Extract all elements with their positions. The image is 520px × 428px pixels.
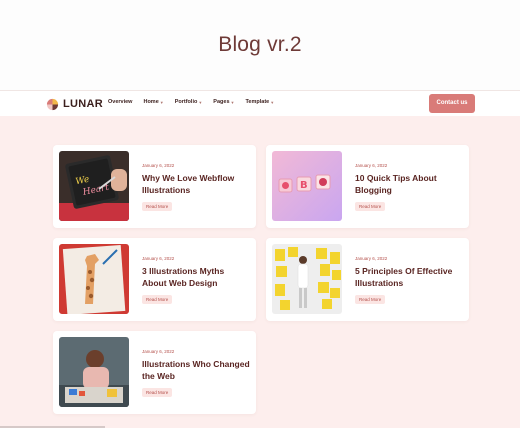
read-more-button[interactable]: Read More [355, 202, 386, 211]
letter-blocks-image[interactable]: B [272, 151, 342, 221]
post-date: January 6, 2022 [142, 349, 175, 354]
chevron-down-icon: ▼ [159, 99, 164, 105]
nav-link-template[interactable]: Template ▼ [245, 99, 274, 105]
logo-text: LUNAR [63, 98, 103, 110]
post-date: January 6, 2022 [142, 163, 175, 168]
post-title[interactable]: 3 Illustrations Myths About Web Design [142, 266, 250, 289]
post-title[interactable]: Why We Love Webflow Illustrations [142, 173, 250, 196]
page-title: Blog vr.2 [218, 33, 302, 56]
navbar: LUNAR Overview Home ▼ Portfolio ▼ Pages ▼ T… [0, 90, 520, 116]
post-title[interactable]: 5 Principles Of Effective Illustrations [355, 266, 463, 289]
nav-link-overview[interactable]: Overview [108, 99, 132, 105]
tablet-lettering-image[interactable]: We Heart [59, 151, 129, 221]
post-date: January 6, 2022 [142, 256, 175, 261]
yellow-art-wall-image[interactable] [272, 244, 342, 314]
blog-card[interactable]: We Heart January 6, 2022 Why We Love Web… [53, 145, 256, 228]
nav-link-label: Template [245, 99, 270, 105]
nav-link-pages[interactable]: Pages ▼ [213, 99, 234, 105]
logo[interactable]: LUNAR [46, 96, 103, 112]
nav-link-home[interactable]: Home ▼ [143, 99, 163, 105]
nav-links: Overview Home ▼ Portfolio ▼ Pages ▼ Templat… [108, 99, 285, 105]
post-title[interactable]: 10 Quick Tips About Blogging [355, 173, 463, 196]
post-title[interactable]: Illustrations Who Changed the Web [142, 359, 250, 382]
read-more-button[interactable]: Read More [142, 388, 173, 397]
blog-card[interactable]: January 6, 2022 3 Illustrations Myths Ab… [53, 238, 256, 321]
giraffe-drawing-image[interactable] [59, 244, 129, 314]
blog-card[interactable]: January 6, 2022 Illustrations Who Change… [53, 331, 256, 414]
nav-link-label: Overview [108, 99, 133, 105]
read-more-button[interactable]: Read More [142, 202, 173, 211]
blog-card[interactable]: B January 6, 2022 10 Quick Tips About Bl… [266, 145, 469, 228]
svg-text:B: B [300, 180, 308, 191]
post-date: January 6, 2022 [355, 256, 388, 261]
nav-link-label: Portfolio [174, 99, 198, 105]
post-date: January 6, 2022 [355, 163, 388, 168]
page-heading-section: Blog vr.2 [0, 0, 520, 90]
chevron-down-icon: ▼ [230, 99, 235, 105]
chevron-down-icon: ▼ [198, 99, 203, 105]
contact-us-button[interactable]: Contact us [429, 94, 475, 113]
read-more-button[interactable]: Read More [142, 295, 173, 304]
lunar-logo-icon [46, 98, 59, 110]
nav-link-portfolio[interactable]: Portfolio ▼ [175, 99, 203, 105]
blog-card[interactable]: January 6, 2022 5 Principles Of Effectiv… [266, 238, 469, 321]
nav-link-label: Home [143, 99, 159, 105]
artist-at-desk-image[interactable] [59, 337, 129, 407]
read-more-button[interactable]: Read More [355, 295, 386, 304]
blog-section: We Heart January 6, 2022 Why We Love Web… [0, 116, 520, 428]
chevron-down-icon: ▼ [270, 99, 275, 105]
nav-link-label: Pages [213, 99, 230, 105]
